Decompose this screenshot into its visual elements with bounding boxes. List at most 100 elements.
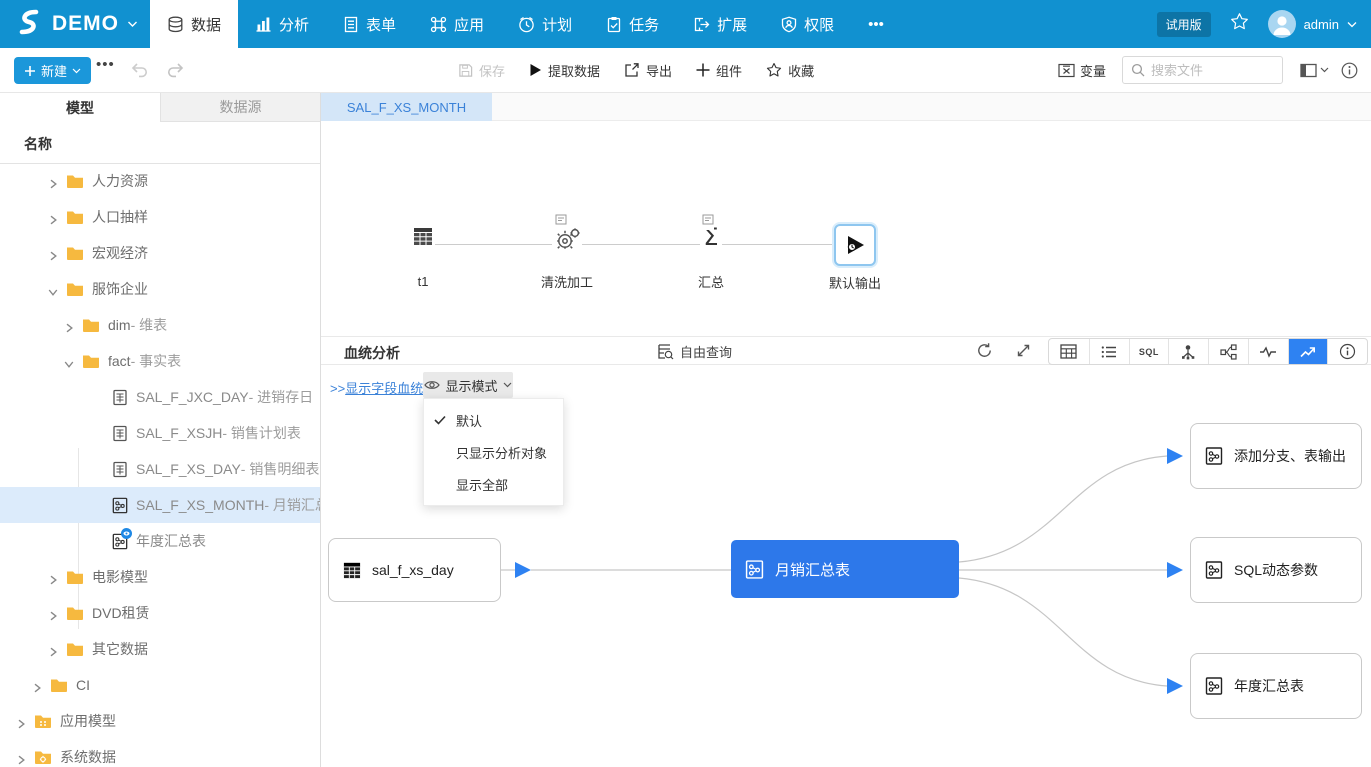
topbar-right-group: 试用版 admin — [1157, 0, 1357, 48]
graph-node-target-2[interactable]: SQL动态参数 — [1190, 537, 1362, 603]
nav-item-任务[interactable]: 任务 — [589, 0, 676, 48]
view-sql-button[interactable]: SQL — [1129, 339, 1169, 364]
search-input[interactable] — [1151, 63, 1261, 78]
plus-icon — [696, 63, 710, 77]
flow-node-t1[interactable]: t1 — [407, 227, 439, 251]
table-grid-icon — [413, 227, 433, 251]
flow-node-label: t1 — [418, 274, 429, 289]
tree-item-应用模型[interactable]: 应用模型 — [0, 703, 320, 739]
mode-option-只显示分析对象[interactable]: 只显示分析对象 — [424, 436, 563, 468]
tree-item-系统数据[interactable]: 系统数据 — [0, 739, 320, 767]
export-icon — [624, 62, 640, 78]
redo-button[interactable] — [166, 61, 185, 83]
nav-item-•••[interactable]: ••• — [851, 0, 901, 48]
graph-node-source[interactable]: sal_f_xs_day — [328, 538, 501, 602]
export-button[interactable]: 导出 — [624, 61, 672, 80]
variable-button[interactable]: 变量 — [1058, 48, 1106, 92]
view-pulse-button[interactable] — [1248, 339, 1288, 364]
chevron-right-icon[interactable] — [48, 248, 58, 258]
tree-item-name: 人力资源 — [92, 171, 148, 191]
chevron-right-icon[interactable] — [32, 680, 42, 690]
tree-item-DVD租赁[interactable]: DVD租赁 — [0, 595, 320, 631]
undo-button[interactable] — [130, 61, 149, 83]
view-table-button[interactable] — [1049, 339, 1089, 364]
chevron-right-icon[interactable] — [48, 176, 58, 186]
etl-flow-canvas: t1 清洗加工 Σ 汇总 — [321, 121, 1371, 336]
layout-toggle-button[interactable] — [1300, 48, 1329, 92]
lineage-view-switcher: SQL — [1048, 338, 1368, 365]
chevron-right-icon[interactable] — [64, 320, 74, 330]
flow-node-default-output[interactable]: 默认输出 — [834, 224, 876, 266]
expand-button[interactable] — [1015, 342, 1032, 364]
chevron-right-icon[interactable] — [48, 572, 58, 582]
mode-option-显示全部[interactable]: 显示全部 — [424, 468, 563, 500]
view-branch-button[interactable] — [1208, 339, 1248, 364]
mode-option-默认[interactable]: 默认 — [424, 404, 563, 436]
app-root: DEMO 数据分析表单应用计划任务扩展权限••• 试用版 admin 新建 — [0, 0, 1371, 767]
flow-node-label: 默认输出 — [829, 273, 881, 292]
tree-item-人口抽样[interactable]: 人口抽样 — [0, 199, 320, 235]
tree-item-人力资源[interactable]: 人力资源 — [0, 163, 320, 199]
graph-node-center[interactable]: 月销汇总表 — [731, 540, 959, 598]
brand-logo-group[interactable]: DEMO — [14, 0, 138, 48]
extract-data-button[interactable]: 提取数据 — [529, 61, 600, 80]
tree-item-SAL_F_JXC_DAY[interactable]: SAL_F_JXC_DAY - 进销存日 — [0, 379, 320, 415]
tab-model[interactable]: 模型 — [0, 93, 160, 122]
flow-node-clean[interactable]: 清洗加工 — [552, 225, 582, 258]
favorite-star-icon[interactable] — [1230, 12, 1249, 36]
component-button[interactable]: 组件 — [696, 61, 742, 80]
tab-sal-f-xs-month[interactable]: SAL_F_XS_MONTH — [321, 93, 492, 121]
refresh-button[interactable] — [976, 342, 993, 364]
new-button[interactable]: 新建 — [14, 57, 91, 84]
view-info-button[interactable] — [1327, 339, 1367, 364]
model-doc-icon — [1205, 677, 1223, 695]
nav-item-分析[interactable]: 分析 — [238, 0, 326, 48]
favorite-button[interactable]: 收藏 — [766, 61, 814, 80]
tree-item-SAL_F_XSJH[interactable]: SAL_F_XSJH - 销售计划表 — [0, 415, 320, 451]
tree-item-name: SAL_F_XS_DAY — [136, 461, 241, 477]
model-tree: 人力资源人口抽样宏观经济服饰企业dim - 维表fact - 事实表SAL_F_… — [0, 163, 320, 767]
graph-node-target-1[interactable]: 添加分支、表输出 — [1190, 423, 1362, 489]
nav-item-计划[interactable]: 计划 — [501, 0, 589, 48]
chevron-down-icon[interactable] — [48, 284, 58, 294]
nav-item-扩展[interactable]: 扩展 — [676, 0, 764, 48]
more-actions-button[interactable]: ••• — [96, 56, 115, 73]
tree-item-服饰企业[interactable]: 服饰企业 — [0, 271, 320, 307]
tree-item-SAL_F_XS_DAY[interactable]: SAL_F_XS_DAY - 销售明细表 — [0, 451, 320, 487]
tree-item-CI[interactable]: CI — [0, 667, 320, 703]
nav-item-表单[interactable]: 表单 — [326, 0, 413, 48]
tree-item-年度汇总表[interactable]: 年度汇总表 — [0, 523, 320, 559]
chevron-down-icon[interactable] — [64, 356, 74, 366]
view-impact-button[interactable] — [1168, 339, 1208, 364]
view-lineage-button[interactable] — [1288, 339, 1328, 364]
nav-item-label: 扩展 — [717, 14, 747, 35]
folder-icon — [66, 570, 84, 585]
view-list-button[interactable] — [1089, 339, 1129, 364]
nav-item-应用[interactable]: 应用 — [413, 0, 501, 48]
tree-item-SAL_F_XS_MONTH[interactable]: SAL_F_XS_MONTH - 月销汇总表 — [0, 487, 320, 523]
user-menu[interactable]: admin — [1268, 10, 1357, 38]
chevron-right-icon[interactable] — [48, 644, 58, 654]
tree-item-fact[interactable]: fact - 事实表 — [0, 343, 320, 379]
tree-item-电影模型[interactable]: 电影模型 — [0, 559, 320, 595]
chevron-right-icon[interactable] — [16, 716, 26, 726]
chevron-right-icon[interactable] — [16, 752, 26, 762]
form-icon — [343, 16, 359, 33]
graph-node-target-3[interactable]: 年度汇总表 — [1190, 653, 1362, 719]
tree-item-其它数据[interactable]: 其它数据 — [0, 631, 320, 667]
flow-node-aggregate[interactable]: Σ 汇总 — [700, 225, 722, 250]
free-query-button[interactable]: 自由查询 — [657, 342, 732, 361]
nav-item-数据[interactable]: 数据 — [150, 0, 238, 48]
save-button[interactable]: 保存 — [458, 61, 505, 80]
mode-option-label: 只显示分析对象 — [456, 443, 547, 462]
variable-icon — [1058, 63, 1075, 78]
info-button[interactable] — [1341, 48, 1358, 92]
tree-item-dim[interactable]: dim - 维表 — [0, 307, 320, 343]
chevron-right-icon[interactable] — [48, 608, 58, 618]
tree-item-宏观经济[interactable]: 宏观经济 — [0, 235, 320, 271]
chevron-right-icon[interactable] — [48, 212, 58, 222]
nav-item-权限[interactable]: 权限 — [764, 0, 851, 48]
plus-icon — [24, 65, 36, 77]
tab-datasource[interactable]: 数据源 — [160, 93, 320, 122]
tree-item-name: 年度汇总表 — [136, 531, 206, 551]
